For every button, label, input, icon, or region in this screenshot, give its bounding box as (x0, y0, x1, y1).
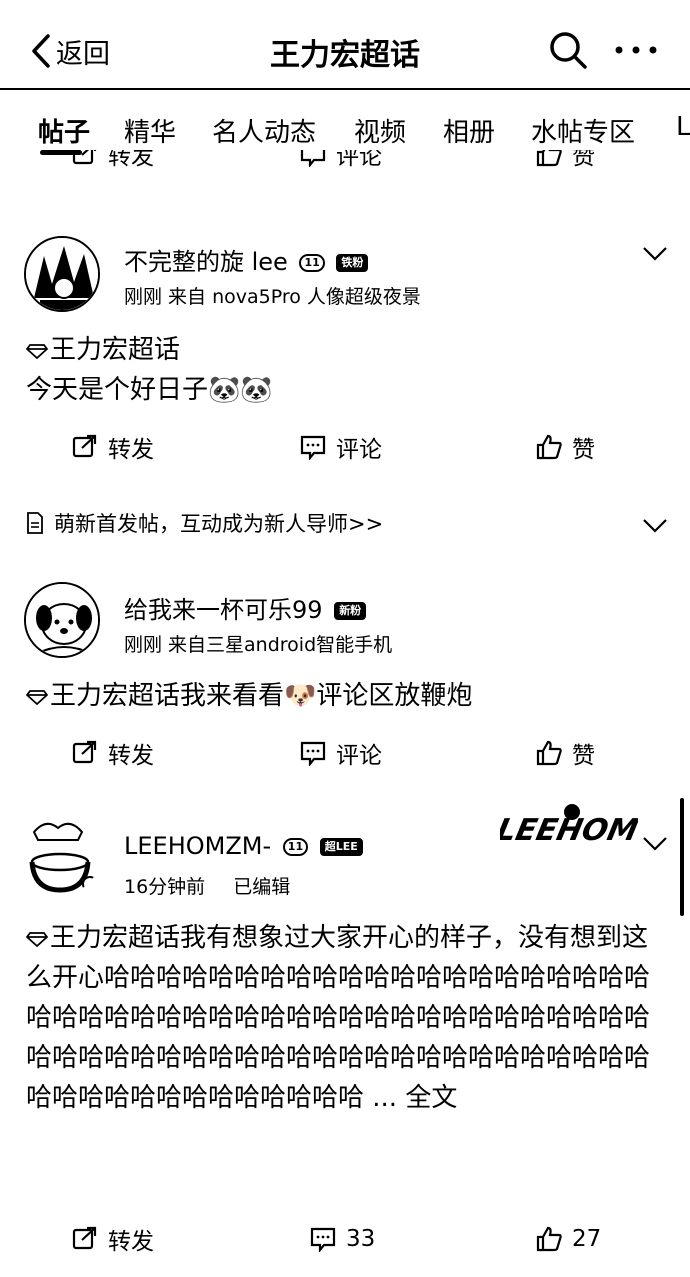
avatar[interactable] (24, 236, 100, 312)
fan-badge: 铁粉 (336, 254, 369, 272)
repost-button[interactable]: 转发 (72, 1219, 154, 1259)
comment-icon (300, 150, 326, 167)
tab-videos[interactable]: 视频 (354, 112, 406, 149)
topic-link[interactable]: 王力宏超话 (50, 335, 180, 365)
username[interactable]: LEEHOMZM- 11 超LEE (124, 832, 363, 860)
username[interactable]: 不完整的旋 lee 11 铁粉 (124, 242, 369, 277)
scrollbar[interactable] (680, 798, 684, 916)
comment-icon (310, 1227, 336, 1252)
fan-badge: 超LEE (319, 838, 363, 856)
search-icon[interactable] (548, 30, 588, 70)
newbie-notice[interactable]: 萌新首发帖，互动成为新人导师>> (26, 508, 383, 538)
repost-icon (72, 1226, 97, 1250)
comment-count: 33 (346, 1226, 376, 1252)
post-text: 王力宏超话 今天是个好日子🐼🐼 (26, 335, 273, 405)
more-icon[interactable] (614, 38, 658, 62)
post-meta: 刚刚 来自 nova5Pro 人像超级夜景 (124, 286, 421, 308)
chevron-down-icon[interactable] (642, 836, 668, 852)
like-count: 27 (572, 1226, 602, 1252)
repost-button[interactable]: 转发 (72, 427, 154, 467)
notice-text: 萌新首发帖，互动成为新人导师>> (54, 512, 384, 536)
like-button[interactable]: 赞 (536, 150, 595, 174)
avatar[interactable] (24, 818, 100, 894)
repost-icon (72, 434, 97, 458)
like-button[interactable]: 27 (536, 1219, 601, 1259)
comment-button[interactable]: 评论 (300, 150, 382, 174)
post-actions: 转发 评论 赞 (0, 427, 690, 467)
post-time: 16分钟前 (124, 876, 206, 898)
avatar-image (26, 584, 98, 656)
like-button[interactable]: 赞 (536, 733, 595, 773)
tab-water-posts[interactable]: 水帖专区 (531, 112, 635, 149)
level-badge: 11 (299, 254, 325, 272)
thumbs-up-icon (536, 1226, 562, 1252)
repost-icon (72, 740, 97, 764)
previous-post-actions: 转发 评论 赞 (0, 150, 690, 178)
tab-posts[interactable]: 帖子 (38, 112, 90, 149)
post-meta: 刚刚 来自三星android智能手机 (124, 634, 393, 656)
comment-button[interactable]: 评论 (300, 427, 382, 467)
document-icon (27, 512, 43, 534)
fan-badge: 新粉 (334, 602, 367, 620)
avatar-image (26, 238, 98, 310)
diamond-icon (26, 689, 48, 705)
thumbs-up-icon (536, 740, 562, 766)
emoji: 🐶 (284, 681, 317, 711)
edited-label: 已编辑 (233, 876, 291, 898)
post-text: 王力宏超话我来看看🐶评论区放鞭炮 (26, 676, 666, 716)
top-bar: 返回 王力宏超话 (0, 0, 690, 90)
avatar[interactable] (24, 582, 100, 658)
username[interactable]: 给我来一杯可乐99 新粉 (124, 590, 367, 625)
post-body[interactable]: 王力宏超话我有想象过大家开心的样子，没有想到这么开心哈哈哈哈哈哈哈哈哈哈哈哈哈哈… (26, 923, 650, 1113)
repost-icon (72, 150, 97, 165)
comment-icon (300, 741, 326, 766)
thumbs-up-icon (536, 150, 562, 167)
post-actions: 转发 33 27 (0, 1219, 690, 1259)
comment-button[interactable]: 评论 (300, 733, 382, 773)
comment-button[interactable]: 33 (310, 1219, 375, 1259)
diamond-icon (26, 931, 48, 947)
chevron-down-icon[interactable] (642, 518, 668, 534)
post-actions: 转发 评论 赞 (0, 733, 690, 773)
topic-link[interactable]: 王力宏超话我来看看 (50, 681, 284, 711)
tab-albums[interactable]: 相册 (443, 112, 495, 149)
diamond-icon (26, 343, 48, 359)
avatar-image (24, 818, 100, 894)
post-text: 王力宏超话我有想象过大家开心的样子，没有想到这么开心哈哈哈哈哈哈哈哈哈哈哈哈哈哈… (26, 918, 666, 1118)
leehom-logo-icon: LEEHOM (500, 804, 638, 848)
repost-button[interactable]: 转发 (72, 150, 154, 174)
tab-featured[interactable]: 精华 (124, 112, 176, 149)
tab-more[interactable]: L (676, 112, 690, 142)
emoji: 🐼🐼 (208, 375, 273, 405)
repost-button[interactable]: 转发 (72, 733, 154, 773)
comment-icon (300, 435, 326, 460)
post-meta: 16分钟前 已编辑 (124, 872, 290, 899)
chevron-down-icon[interactable] (642, 246, 668, 262)
like-button[interactable]: 赞 (536, 427, 595, 467)
level-badge: 11 (282, 838, 309, 856)
thumbs-up-icon (536, 434, 562, 460)
tab-celebrity[interactable]: 名人动态 (212, 112, 316, 149)
